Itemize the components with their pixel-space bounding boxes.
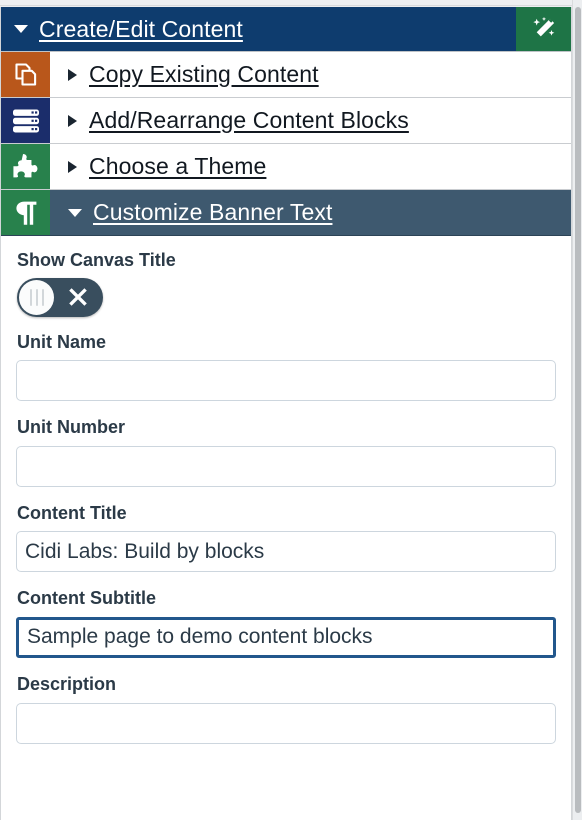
caret-right-icon (68, 160, 77, 173)
accordion-item-label: Add/Rearrange Content Blocks (89, 107, 409, 133)
puzzle-piece-icon-tile (1, 144, 50, 189)
content-subtitle-input[interactable] (16, 616, 556, 658)
unit-name-label: Unit Name (17, 331, 107, 352)
pilcrow-icon-tile (1, 190, 50, 235)
accordion-item-add-rearrange-content-blocks[interactable]: Add/Rearrange Content Blocks (1, 98, 571, 144)
accordion-item-label: Copy Existing Content (89, 61, 319, 87)
content-title-input[interactable] (16, 531, 556, 573)
caret-right-icon (68, 68, 77, 81)
puzzle-piece-icon (13, 154, 38, 178)
accordion-item-label: Customize Banner Text (93, 199, 333, 225)
unit-number-input[interactable] (16, 445, 556, 487)
accordion-header-title-zone[interactable]: Create/Edit Content (1, 7, 516, 51)
description-label: Description (17, 673, 117, 694)
design-tools-sidebar: Create/Edit Content Copy Existing Conten… (0, 0, 582, 820)
accordion-item-label: Choose a Theme (89, 153, 267, 179)
top-gutter (0, 0, 582, 6)
description-input[interactable] (16, 702, 556, 744)
caret-down-icon (14, 25, 28, 33)
content-blocks-icon-tile (1, 98, 50, 143)
accordion-header-label: Create/Edit Content (39, 15, 243, 42)
show-canvas-title-toggle[interactable] (17, 277, 103, 317)
accordion-item-body[interactable]: Customize Banner Text (50, 190, 571, 235)
unit-number-label: Unit Number (17, 417, 125, 438)
content-blocks-icon (12, 109, 39, 132)
accordion-item-body[interactable]: Copy Existing Content (50, 52, 571, 97)
customize-banner-text-form: Show Canvas Title Unit Name Unit Number … (1, 236, 571, 744)
toggle-knob (19, 279, 54, 315)
x-icon (59, 278, 97, 317)
vertical-scrollbar[interactable] (572, 0, 582, 820)
accordion-header-create-edit-content[interactable]: Create/Edit Content (1, 7, 571, 52)
show-canvas-title-label: Show Canvas Title (17, 250, 176, 270)
copy-pages-icon-tile (1, 52, 50, 97)
unit-name-input[interactable] (16, 360, 556, 402)
copy-pages-icon (14, 62, 36, 86)
content-subtitle-label: Content Subtitle (17, 588, 156, 609)
accordion-item-choose-a-theme[interactable]: Choose a Theme (1, 144, 571, 190)
scrollbar-thumb[interactable] (575, 7, 581, 813)
accordion-item-body[interactable]: Add/Rearrange Content Blocks (50, 98, 571, 143)
pilcrow-icon (15, 201, 36, 225)
caret-right-icon (68, 114, 77, 127)
accordion-panel: Create/Edit Content Copy Existing Conten… (0, 7, 572, 820)
accordion-item-copy-existing-content[interactable]: Copy Existing Content (1, 52, 571, 98)
magic-wand-icon (532, 16, 554, 37)
magic-wand-button[interactable] (516, 7, 571, 51)
accordion-item-customize-banner-text[interactable]: Customize Banner Text (1, 190, 571, 236)
accordion-item-body[interactable]: Choose a Theme (50, 144, 571, 189)
content-title-label: Content Title (17, 502, 127, 523)
caret-down-icon (68, 208, 82, 217)
